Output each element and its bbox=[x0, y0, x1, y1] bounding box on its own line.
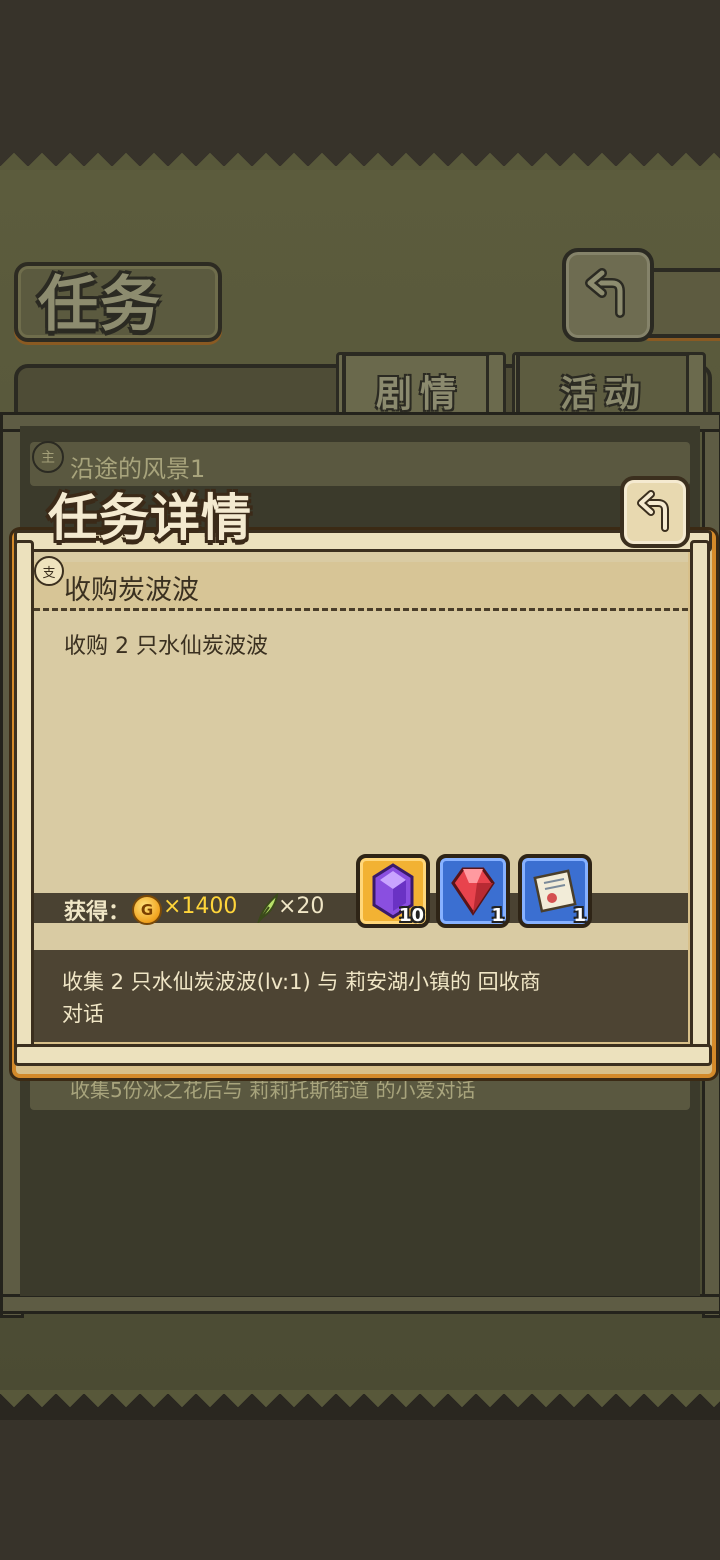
side-quest-badge: 支 bbox=[34, 556, 64, 586]
popup-rail-left bbox=[14, 540, 34, 1056]
zigzag-bottom bbox=[0, 1394, 720, 1420]
item-count: 10 bbox=[398, 905, 424, 926]
back-button[interactable] bbox=[562, 248, 654, 342]
item-count: 1 bbox=[491, 905, 504, 926]
popup-close-button[interactable] bbox=[620, 476, 690, 548]
reward-item-purple-crystal[interactable]: 10 bbox=[356, 854, 430, 928]
background-bottom bbox=[0, 1420, 720, 1560]
page-title: 任务 bbox=[38, 270, 162, 340]
popup-rail-right bbox=[690, 540, 710, 1056]
reward-label: 获得： bbox=[64, 900, 131, 925]
popup-rail-bottom bbox=[14, 1044, 712, 1066]
item-count: 1 bbox=[573, 905, 586, 926]
quest-hint: 收集 2 只水仙炭波波(lv:1) 与 莉安湖小镇的 回收商 对话 bbox=[62, 970, 541, 1026]
red-gem-icon bbox=[451, 867, 495, 916]
background-top bbox=[0, 0, 720, 140]
gold-coin-icon: G bbox=[132, 895, 162, 925]
quill-reward-amount: ×20 bbox=[278, 894, 325, 919]
zigzag-top bbox=[0, 140, 720, 166]
quest-list-item-title: 收集5份冰之花后与 莉莉托斯街道 的小爱对话 bbox=[70, 1078, 476, 1102]
quest-name: 收购炭波波 bbox=[64, 575, 199, 606]
reward-item-scroll[interactable]: 1 bbox=[518, 854, 592, 928]
popup-title: 任务详情 bbox=[48, 489, 252, 547]
list-rail-bottom bbox=[0, 1294, 720, 1314]
reward-item-red-gem[interactable]: 1 bbox=[436, 854, 510, 928]
return-arrow-icon bbox=[637, 490, 669, 532]
quest-description: 收购 2 只水仙炭波波 bbox=[64, 634, 268, 659]
coin-reward-amount: ×1400 bbox=[163, 894, 238, 919]
return-arrow-icon bbox=[585, 268, 625, 318]
main-quest-badge: 主 bbox=[32, 441, 64, 473]
